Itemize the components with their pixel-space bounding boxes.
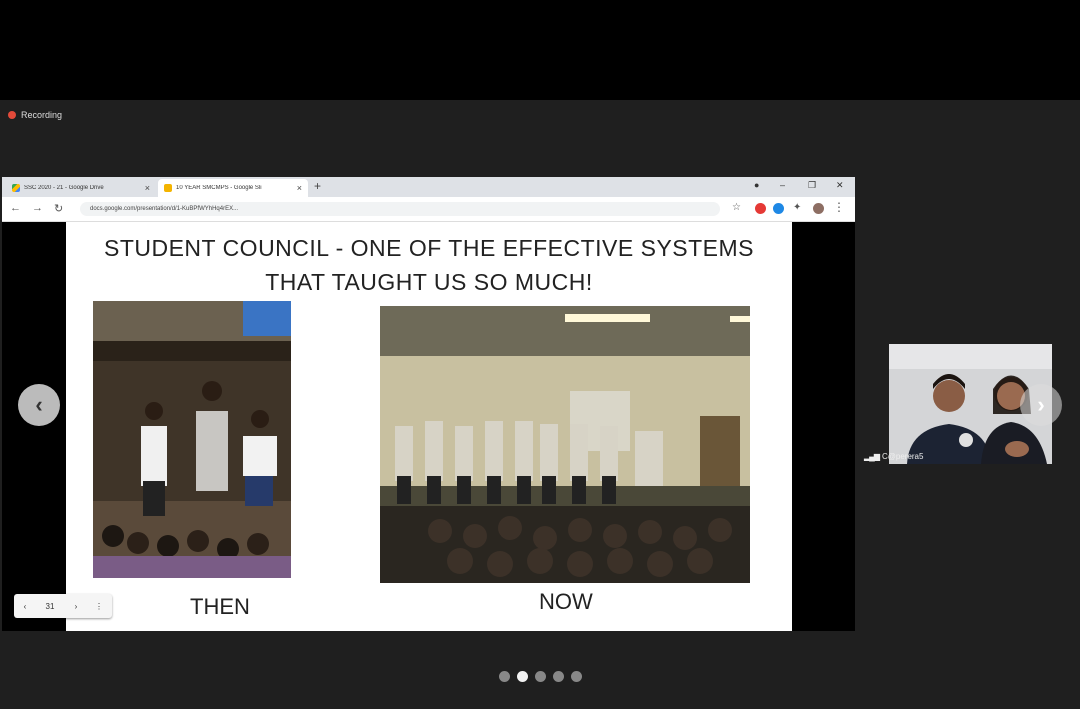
top-black-bar [0, 0, 1080, 100]
participant-name: C@perera5 [881, 452, 924, 461]
browser-menu-icon[interactable]: ⋮ [833, 200, 845, 214]
reload-icon[interactable]: ↻ [54, 202, 63, 215]
tab-title: 10 YEAR SMCMPS - Google Sli [176, 185, 262, 191]
then-photo [93, 301, 291, 578]
slide-title-line-1: STUDENT COUNCIL - ONE OF THE EFFECTIVE S… [103, 235, 755, 261]
now-photo [380, 306, 750, 583]
new-tab-button[interactable]: + [314, 179, 321, 193]
gallery-page-indicator [499, 671, 582, 682]
address-bar-row: ← → ↻ docs.google.com/presentation/d/1-K… [2, 197, 855, 222]
next-slide-button[interactable]: › [64, 602, 88, 611]
caption-now: NOW [539, 589, 593, 614]
caption-then: THEN [190, 594, 250, 619]
page-dot[interactable] [535, 671, 546, 682]
tab-google-drive[interactable]: SSC 2020 - 21 - Google Drive × [6, 179, 156, 197]
slide-navigation-control: ‹ 31 › ⋮ [14, 594, 112, 618]
extension-icon[interactable] [755, 203, 766, 214]
page-dot[interactable] [571, 671, 582, 682]
recording-indicator: Recording [8, 110, 62, 120]
back-arrow-icon[interactable]: ← [10, 202, 21, 214]
presentation-slide: STUDENT COUNCIL - ONE OF THE EFFECTIVE S… [66, 222, 792, 631]
maximize-button[interactable]: ❐ [808, 180, 816, 191]
previous-page-arrow[interactable]: ‹ [18, 384, 60, 426]
recording-label: Recording [21, 110, 63, 120]
tab-title: SSC 2020 - 21 - Google Drive [24, 185, 104, 191]
google-drive-icon [12, 184, 20, 192]
close-icon[interactable]: × [145, 183, 150, 193]
tab-google-slides[interactable]: 10 YEAR SMCMPS - Google Sli × [158, 179, 308, 197]
more-options-icon[interactable]: ⋮ [88, 602, 110, 611]
chevron-left-icon: ‹ [35, 392, 43, 417]
forward-arrow-icon[interactable]: → [32, 202, 43, 214]
page-dot[interactable] [517, 671, 528, 682]
minimize-button[interactable]: – [780, 180, 785, 190]
extension-icon[interactable] [773, 203, 784, 214]
next-page-arrow[interactable]: › [1020, 384, 1062, 426]
signal-strength-icon: ▂▄▆ [864, 452, 880, 461]
url-field[interactable]: docs.google.com/presentation/d/1-KuBPfWY… [80, 202, 720, 216]
chevron-right-icon: › [1037, 392, 1045, 417]
profile-icon[interactable]: ● [754, 180, 759, 190]
puzzle-extensions-icon[interactable]: ✦ [793, 202, 801, 213]
slide-page-number: 31 [45, 601, 55, 611]
page-dot[interactable] [553, 671, 564, 682]
recording-dot-icon [8, 111, 16, 119]
profile-avatar-icon[interactable] [813, 203, 824, 214]
participant-name-label: ▂▄▆ C@perera5 [864, 452, 923, 461]
slide-title-line-2: THAT TAUGHT US SO MUCH! [265, 269, 593, 295]
page-dot[interactable] [499, 671, 510, 682]
previous-slide-button[interactable]: ‹ [14, 602, 36, 611]
close-icon[interactable]: × [297, 183, 302, 193]
bookmark-star-icon[interactable]: ☆ [732, 202, 741, 213]
google-slides-icon [164, 184, 172, 192]
tab-strip: SSC 2020 - 21 - Google Drive × 10 YEAR S… [2, 177, 855, 197]
window-close-button[interactable]: ✕ [836, 180, 844, 191]
